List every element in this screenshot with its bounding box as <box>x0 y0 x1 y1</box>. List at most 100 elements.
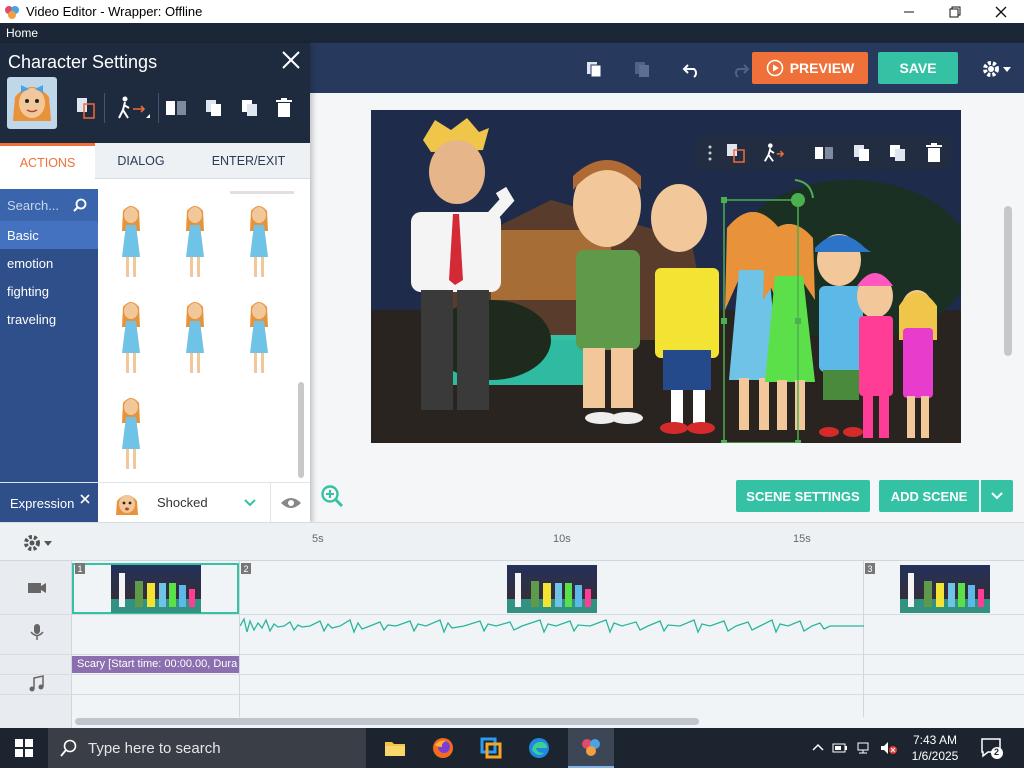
action-search-input[interactable] <box>7 197 73 213</box>
clear-expression-icon[interactable] <box>80 494 90 504</box>
drag-handle[interactable] <box>699 142 721 164</box>
panel-header: Character Settings <box>0 43 310 143</box>
maximize-button[interactable] <box>932 0 978 23</box>
scene-settings-button[interactable]: SCENE SETTINGS <box>736 480 870 512</box>
notification-icon <box>981 738 1003 759</box>
window-titlebar: Video Editor - Wrapper: Offline <box>0 0 1024 23</box>
system-clock[interactable]: 7:43 AM 1/6/2025 <box>905 732 965 764</box>
zoom-in-icon[interactable] <box>320 484 344 508</box>
app-blue-orange[interactable] <box>468 728 514 768</box>
pose-thumbnail[interactable] <box>118 297 144 377</box>
scene-thumbnail[interactable] <box>507 565 597 613</box>
video-camera-icon <box>28 583 46 593</box>
header-separator <box>158 93 159 123</box>
tab-enter-exit[interactable]: ENTER/EXIT <box>187 143 310 179</box>
start-button[interactable] <box>0 728 48 768</box>
restore-icon <box>949 6 961 17</box>
close-panel-icon[interactable] <box>280 49 302 71</box>
delete-character-button[interactable] <box>923 142 945 164</box>
copy-panel-button[interactable] <box>202 95 226 121</box>
swap-character-button[interactable] <box>725 142 747 164</box>
pose-thumbnail[interactable] <box>118 201 144 281</box>
copy-scene-button[interactable] <box>582 57 606 81</box>
stage-vertical-scrollbar[interactable] <box>1004 206 1012 356</box>
voice-waveform[interactable] <box>240 615 864 637</box>
pose-thumbnail[interactable] <box>182 297 208 377</box>
search-icon[interactable] <box>73 198 87 212</box>
expression-face-icon <box>116 495 138 515</box>
character-girl-magenta-dress <box>899 290 937 438</box>
file-explorer-app[interactable] <box>372 728 418 768</box>
undo-button[interactable] <box>680 57 704 81</box>
add-scene-button[interactable]: ADD SCENE <box>879 480 979 512</box>
tick-label: 15s <box>793 533 811 545</box>
motion-panel-button[interactable] <box>114 95 154 121</box>
delete-panel-button[interactable] <box>272 95 296 121</box>
swap-character-panel-button[interactable] <box>74 95 98 121</box>
flip-character-button[interactable] <box>813 142 835 164</box>
windows-logo-icon <box>15 739 33 757</box>
paste-character-button[interactable] <box>887 142 909 164</box>
firefox-app[interactable] <box>420 728 466 768</box>
action-poses-grid <box>98 189 310 482</box>
pose-thumbnail[interactable] <box>246 201 272 281</box>
wrapper-offline-app[interactable] <box>568 728 614 768</box>
scene-thumbnail[interactable] <box>900 565 990 613</box>
scene-boundary <box>863 561 864 717</box>
paste-scene-button[interactable] <box>630 57 654 81</box>
category-emotion[interactable]: emotion <box>0 249 98 277</box>
character-girl-green-dress <box>763 224 815 430</box>
redo-button[interactable] <box>728 57 752 81</box>
walking-icon <box>764 143 785 162</box>
swap-icon <box>727 144 745 163</box>
category-traveling[interactable]: traveling <box>0 305 98 333</box>
music-clip[interactable]: Scary [Start time: 00:00.00, Dura <box>72 656 239 673</box>
caret-down-icon <box>1003 67 1011 72</box>
notification-count: 2 <box>994 747 1000 757</box>
flip-panel-button[interactable] <box>164 95 188 121</box>
settings-menu-button[interactable] <box>978 57 1014 81</box>
motion-button[interactable] <box>763 142 785 164</box>
swap-icon <box>77 98 95 119</box>
play-circle-icon <box>766 59 784 77</box>
save-button[interactable]: SAVE <box>878 52 958 84</box>
pose-thumbnail[interactable] <box>246 297 272 377</box>
edge-app[interactable] <box>516 728 562 768</box>
scene-thumbnail-art <box>900 573 990 613</box>
panel-title: Character Settings <box>8 52 158 72</box>
expression-label-text: Expression <box>10 495 75 511</box>
grid-scrollbar[interactable] <box>298 382 304 478</box>
timeline-horizontal-scrollbar[interactable] <box>75 718 699 725</box>
copy-character-button[interactable] <box>851 142 873 164</box>
scene-boundary <box>239 561 240 717</box>
volume-muted-icon[interactable] <box>880 741 898 755</box>
expression-select-value[interactable]: Shocked <box>157 495 208 510</box>
pose-thumbnail[interactable] <box>182 201 208 281</box>
wrapper-app-icon <box>582 739 600 756</box>
tab-actions[interactable]: ACTIONS <box>0 143 95 179</box>
tab-dialog[interactable]: DIALOG <box>95 143 187 179</box>
paste-panel-button[interactable] <box>238 95 262 121</box>
gear-icon <box>983 61 999 77</box>
minimize-button[interactable] <box>886 0 932 23</box>
notification-center-button[interactable]: 2 <box>980 736 1004 760</box>
chevron-down-icon[interactable] <box>243 496 257 510</box>
network-icon[interactable] <box>856 741 872 755</box>
timeline-settings-icon[interactable] <box>22 533 56 553</box>
add-scene-menu-button[interactable] <box>981 480 1013 512</box>
girl-avatar-icon <box>13 85 51 121</box>
close-window-button[interactable] <box>978 0 1024 23</box>
action-category-list: Basic emotion fighting traveling <box>0 189 98 482</box>
battery-icon[interactable] <box>832 741 848 755</box>
character-avatar[interactable] <box>7 77 57 129</box>
category-basic[interactable]: Basic <box>0 221 98 249</box>
chevron-up-icon[interactable] <box>812 742 824 754</box>
preview-button[interactable]: PREVIEW <box>752 52 868 84</box>
pose-thumbnail[interactable] <box>118 393 144 473</box>
scene-thumbnail[interactable] <box>111 565 201 613</box>
folder-icon <box>385 742 405 756</box>
taskbar-search-input[interactable] <box>88 739 348 757</box>
category-fighting[interactable]: fighting <box>0 277 98 305</box>
preview-expression-button[interactable] <box>270 483 310 523</box>
menu-home[interactable]: Home <box>6 26 38 40</box>
